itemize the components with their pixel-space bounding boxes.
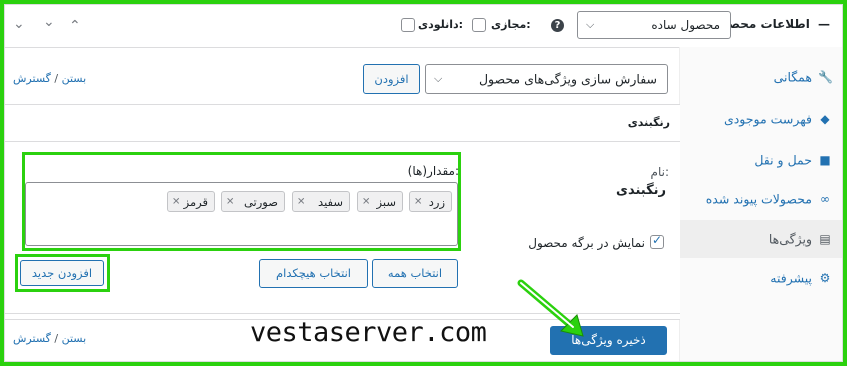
- product-data-tabs: 🔧 همگانی ◆ فهرست موجودی ■ حمل و نقل ∞ مح…: [679, 47, 842, 361]
- downloadable-checkbox[interactable]: [401, 18, 415, 32]
- values-label: مقدار(ها):: [407, 164, 459, 178]
- gear-icon: ⚙: [819, 271, 831, 285]
- product-type-select[interactable]: ⌵ محصول ساده: [577, 11, 731, 39]
- tag-white[interactable]: ✕ سفید: [292, 191, 350, 212]
- move-down-arrow-icon[interactable]: ⌄: [43, 14, 55, 30]
- expand-close-links-top: بستن / گسترش: [13, 72, 87, 85]
- move-up-arrow-icon[interactable]: ⌃: [69, 18, 81, 34]
- remove-icon[interactable]: ✕: [172, 196, 180, 207]
- wrench-icon: 🔧: [818, 70, 833, 84]
- tag-pink[interactable]: ✕ صورتی: [221, 191, 285, 212]
- tab-advanced[interactable]: ⚙ پیشرفته: [680, 259, 842, 297]
- attribute-title[interactable]: رنگبندی: [628, 116, 670, 129]
- expand-link[interactable]: گسترش: [13, 332, 51, 345]
- collapse-arrow-icon[interactable]: ⌄: [13, 16, 25, 32]
- visible-on-product-label: نمایش در برگه محصول: [528, 236, 645, 250]
- tag-red[interactable]: ✕ قرمز: [167, 191, 215, 212]
- tab-inventory[interactable]: ◆ فهرست موجودی: [680, 100, 842, 138]
- add-new-value-button[interactable]: افزودن جدید: [20, 260, 104, 286]
- downloadable-label: دانلودی:: [418, 18, 464, 31]
- select-none-button[interactable]: انتخاب هیچکدام: [259, 259, 368, 288]
- chevron-down-icon: ⌵: [586, 18, 595, 31]
- tab-general[interactable]: 🔧 همگانی: [680, 58, 842, 96]
- tab-linked-products[interactable]: ∞ محصولات پیوند شده: [680, 180, 842, 218]
- truck-icon: ■: [819, 153, 831, 167]
- close-link[interactable]: بستن: [62, 72, 87, 85]
- help-icon[interactable]: ?: [551, 19, 564, 32]
- divider: [5, 141, 680, 142]
- remove-icon[interactable]: ✕: [414, 196, 422, 207]
- check-icon: ✓: [652, 233, 663, 247]
- remove-icon[interactable]: ✕: [297, 196, 305, 207]
- tag-green[interactable]: ✕ سبز: [357, 191, 403, 212]
- attribute-name-value: رنگبندی: [616, 183, 666, 198]
- tab-attributes[interactable]: ▤ ویژگی‌ها: [680, 220, 842, 258]
- expand-link[interactable]: گسترش: [13, 72, 51, 85]
- list-icon: ▤: [819, 232, 831, 246]
- add-attribute-button[interactable]: افزودن: [363, 64, 420, 94]
- remove-icon[interactable]: ✕: [362, 196, 370, 207]
- product-data-box: اطلاعات محصول — ⌵ محصول ساده ? مجازی: دا…: [4, 4, 843, 362]
- name-label: نام:: [650, 165, 669, 179]
- watermark-text: vestaserver.com: [250, 317, 487, 348]
- select-all-button[interactable]: انتخاب همه: [372, 259, 458, 288]
- chevron-down-icon: ⌵: [434, 72, 443, 85]
- virtual-label: مجازی:: [491, 18, 531, 31]
- link-icon: ∞: [820, 192, 830, 206]
- tab-shipping[interactable]: ■ حمل و نقل: [680, 141, 842, 179]
- pointer-arrow-icon: [517, 279, 584, 337]
- tag-icon: ◆: [820, 112, 830, 126]
- product-type-value: محصول ساده: [651, 18, 720, 32]
- product-data-header: اطلاعات محصول — ⌵ محصول ساده ? مجازی: دا…: [5, 5, 842, 48]
- visible-on-product-checkbox[interactable]: ✓: [650, 233, 664, 249]
- remove-icon[interactable]: ✕: [226, 196, 234, 207]
- close-link[interactable]: بستن: [62, 332, 87, 345]
- values-select[interactable]: ✕ زرد ✕ سبز ✕ سفید ✕ صورتی ✕ قرمز: [25, 182, 458, 246]
- attribute-taxonomy-select[interactable]: ⌵ سفارش سازی ویژگی‌های محصول: [425, 64, 668, 94]
- virtual-checkbox[interactable]: [472, 18, 486, 32]
- tag-yellow[interactable]: ✕ زرد: [409, 191, 452, 212]
- expand-close-links-bottom: بستن / گسترش: [13, 332, 87, 345]
